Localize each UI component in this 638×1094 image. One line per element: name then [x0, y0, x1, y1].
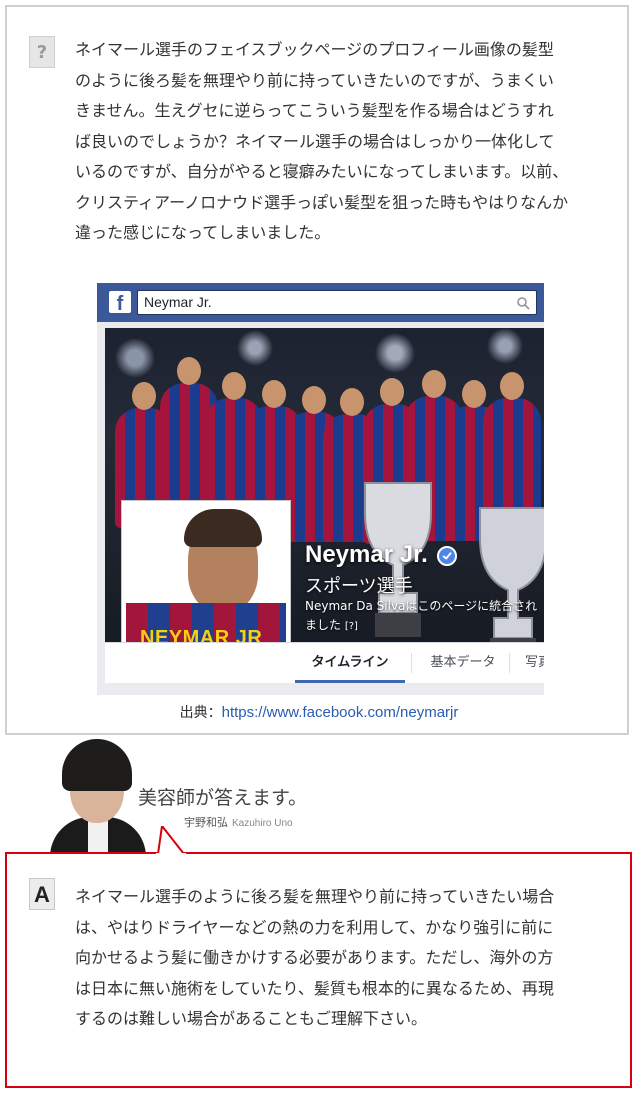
source-label: 出典： — [179, 705, 222, 721]
page-category: スポーツ選手 — [305, 576, 413, 597]
search-icon — [517, 297, 530, 310]
source-link[interactable]: https://www.facebook.com/neymarjr — [222, 704, 459, 721]
answer-text: ネイマール選手のように後ろ髪を無理やり前に持っていきたい場合は、やはりドライヤー… — [75, 887, 555, 1028]
answer-box: A ネイマール選手のように後ろ髪を無理やり前に持っていきたい場合は、やはりドライ… — [5, 852, 632, 1088]
source-credit: 出典：https://www.facebook.com/neymarjr — [7, 702, 631, 722]
facebook-top-bar: f Neymar Jr. — [97, 283, 544, 322]
facebook-tabs: タイムライン 基本データ 写真 — [105, 642, 544, 683]
merge-notice: Neymar Da Silvaはこのページに統合されました [?] — [305, 597, 544, 636]
question-box: ? ネイマール選手のフェイスブックページのプロフィール画像の髪型のように後ろ髪を… — [5, 5, 629, 735]
facebook-screenshot: f Neymar Jr. NEYMAR JR Neymar Jr. スポーツ選手… — [97, 283, 544, 695]
tab-about[interactable]: 基本データ — [423, 643, 503, 683]
help-link[interactable]: [?] — [345, 621, 358, 632]
answer-heading: 美容師が答えます。 — [138, 787, 308, 809]
speech-pointer — [156, 826, 187, 856]
facebook-logo-icon: f — [109, 291, 131, 313]
answerer-name-ja: 宇野和弘 — [184, 816, 228, 829]
page-name: Neymar Jr. — [305, 541, 428, 568]
question-text: ネイマール選手のフェイスブックページのプロフィール画像の髪型のように後ろ髪を無理… — [75, 40, 569, 242]
verified-badge-icon — [437, 546, 457, 566]
answer-icon: A — [29, 878, 55, 910]
tab-divider — [509, 653, 510, 673]
facebook-search-input: Neymar Jr. — [137, 290, 537, 315]
search-value: Neymar Jr. — [144, 294, 212, 310]
tab-timeline[interactable]: タイムライン — [295, 643, 405, 683]
answerer-name: 宇野和弘 Kazuhiro Uno — [184, 814, 293, 830]
merge-notice-text: Neymar Da Silvaはこのページに統合されました — [305, 599, 538, 632]
tab-photos[interactable]: 写真 — [525, 643, 544, 683]
answerer-avatar — [50, 735, 146, 853]
answerer-name-roman: Kazuhiro Uno — [232, 818, 293, 829]
question-icon: ? — [29, 36, 55, 68]
tab-divider — [411, 653, 412, 673]
stadium-lights — [105, 328, 544, 388]
